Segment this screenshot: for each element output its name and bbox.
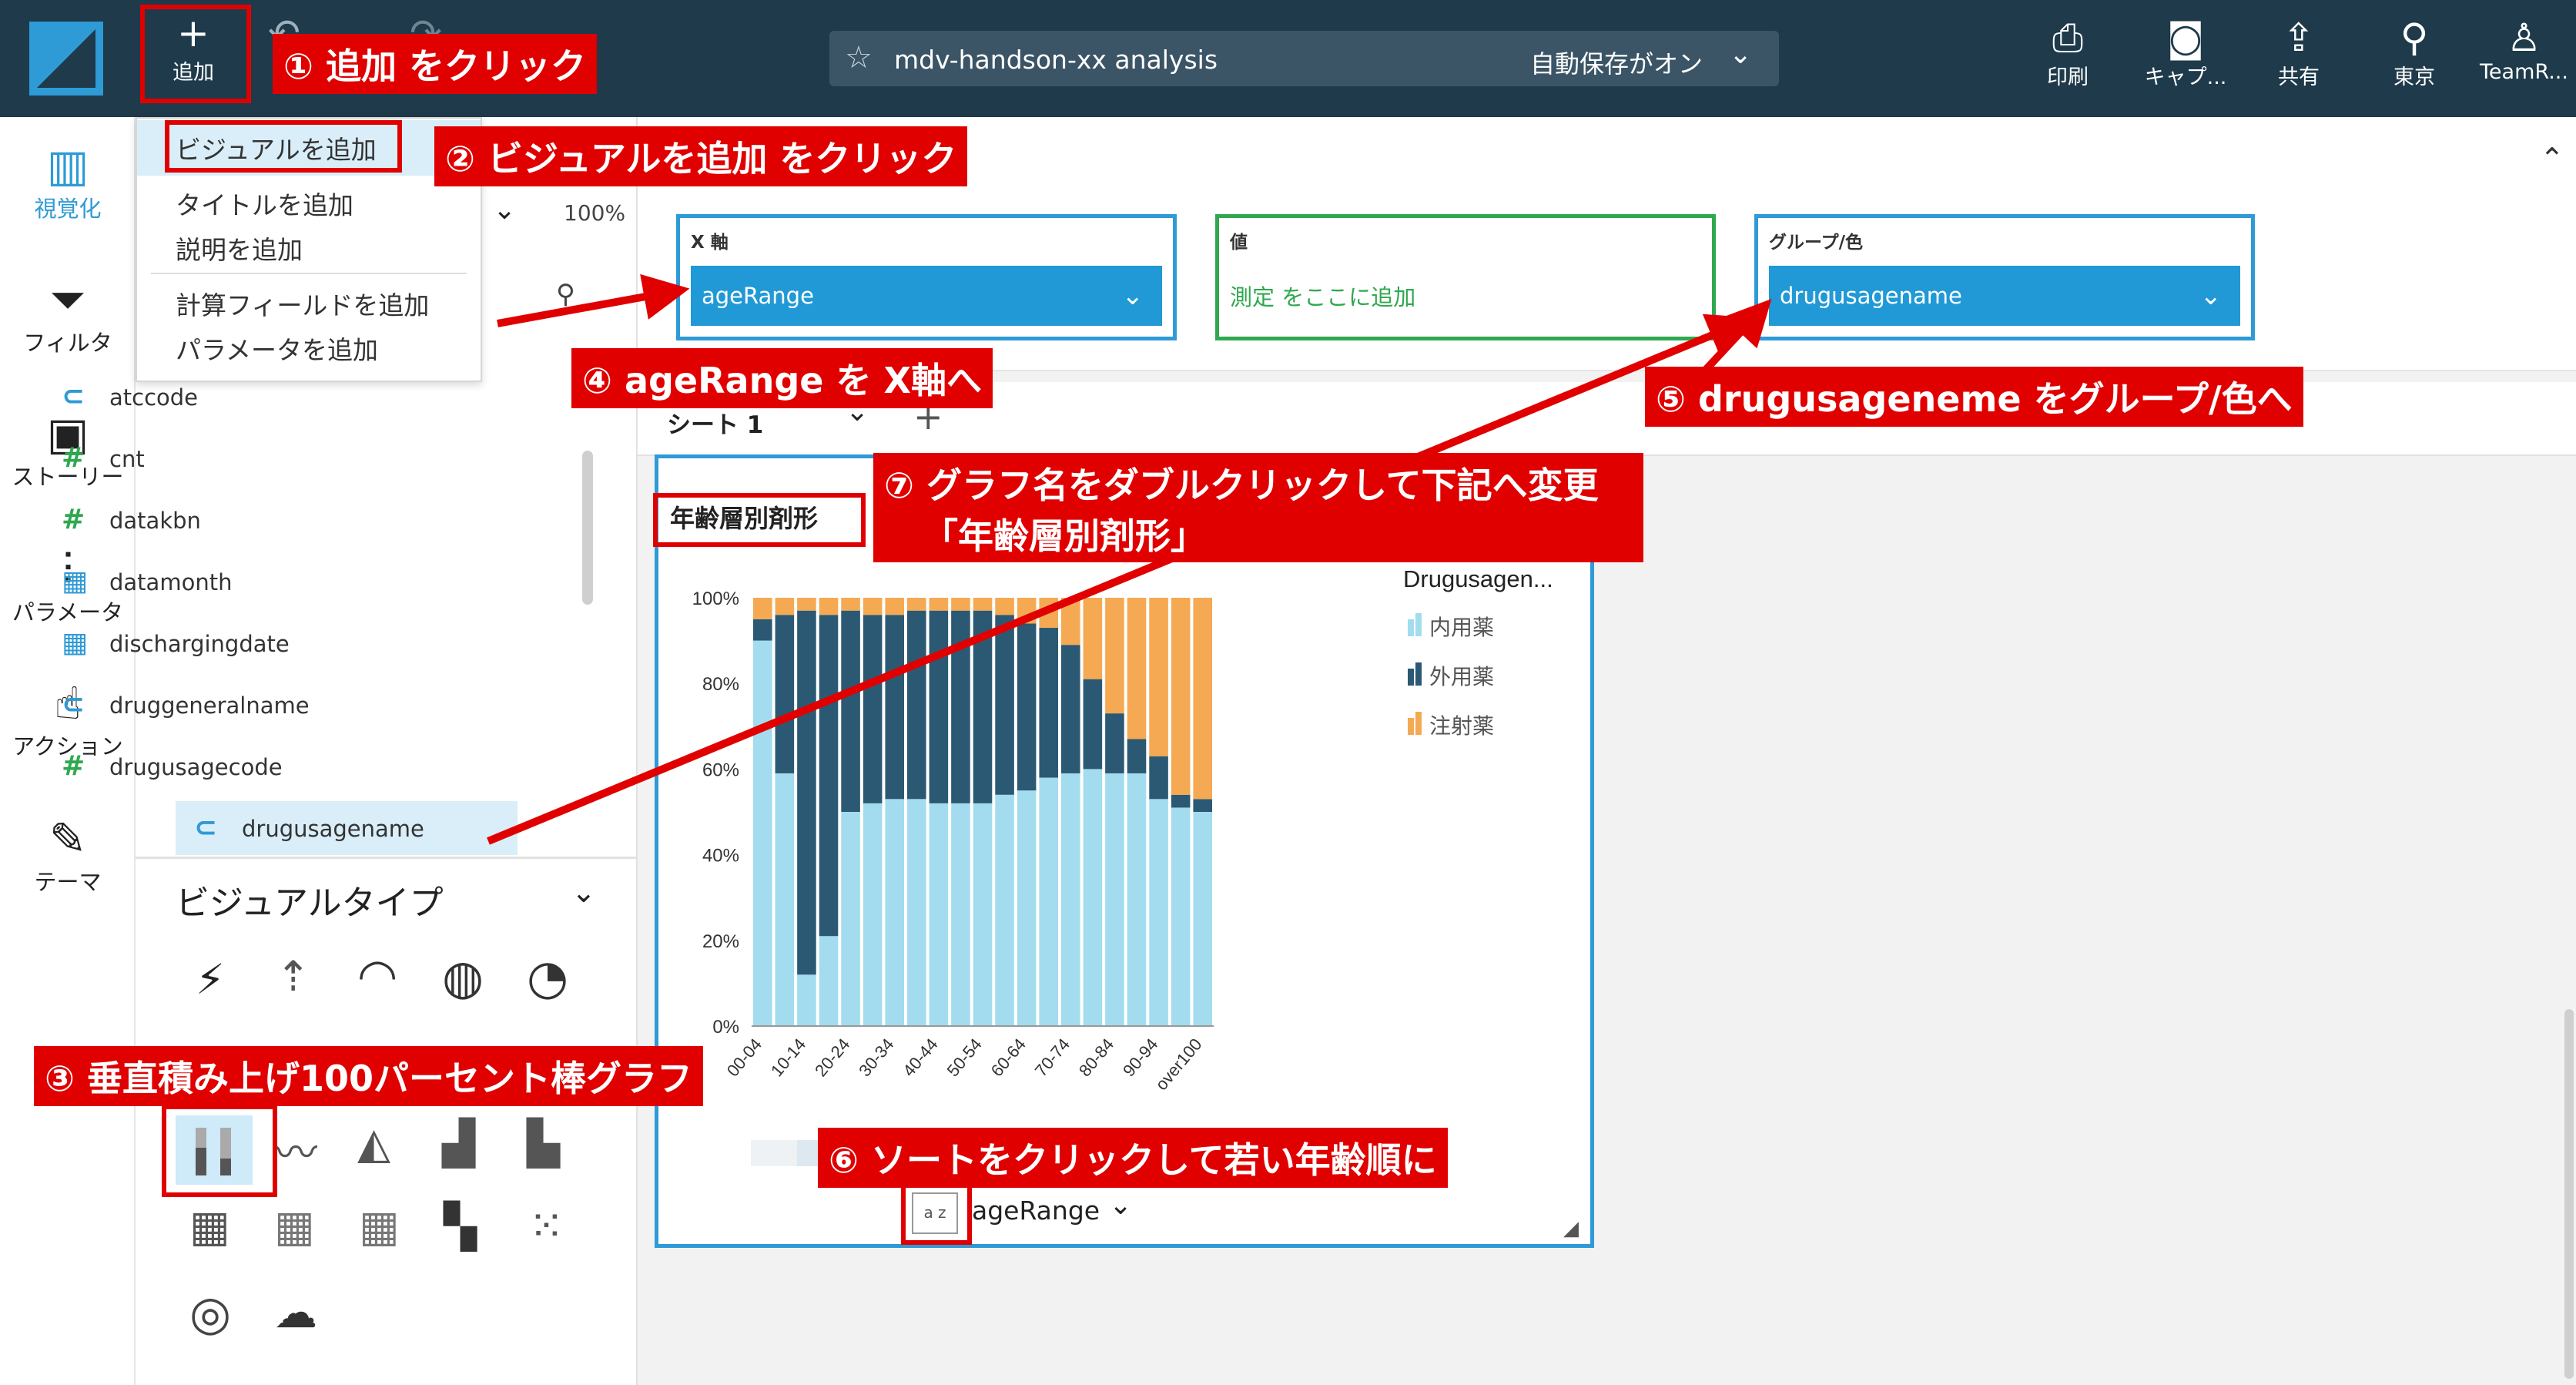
annotation-step6: ⑥ ソートをクリックして若い年齢順に — [818, 1128, 1448, 1188]
annotation-step2: ② ビジュアルを追加 をクリック — [434, 126, 968, 186]
annotation-step7: ⑦ グラフ名をダブルクリックして下記へ変更 「年齢層別剤形」 — [873, 453, 1643, 562]
highlight-add-button — [140, 5, 251, 103]
highlight-stacked-100-bar — [162, 1105, 277, 1197]
annotation-step7-line1: ⑦ グラフ名をダブルクリックして下記へ変更 — [884, 464, 1599, 506]
annotation-step5: ⑤ drugusageneme をグループ/色へ — [1645, 367, 2303, 427]
annotation-step4: ④ ageRange を X軸へ — [571, 348, 993, 408]
annotation-step1: ① 追加 をクリック — [273, 34, 597, 94]
highlight-visual-title — [653, 493, 866, 547]
arrow-step4 — [497, 273, 690, 327]
annotation-step7-line2: 「年齢層別剤形」 — [923, 515, 1206, 557]
highlight-sort-icon — [901, 1182, 972, 1245]
highlight-add-visual — [165, 120, 402, 173]
annotation-step3: ③ 垂直積み上げ100パーセント棒グラフ — [34, 1046, 703, 1106]
